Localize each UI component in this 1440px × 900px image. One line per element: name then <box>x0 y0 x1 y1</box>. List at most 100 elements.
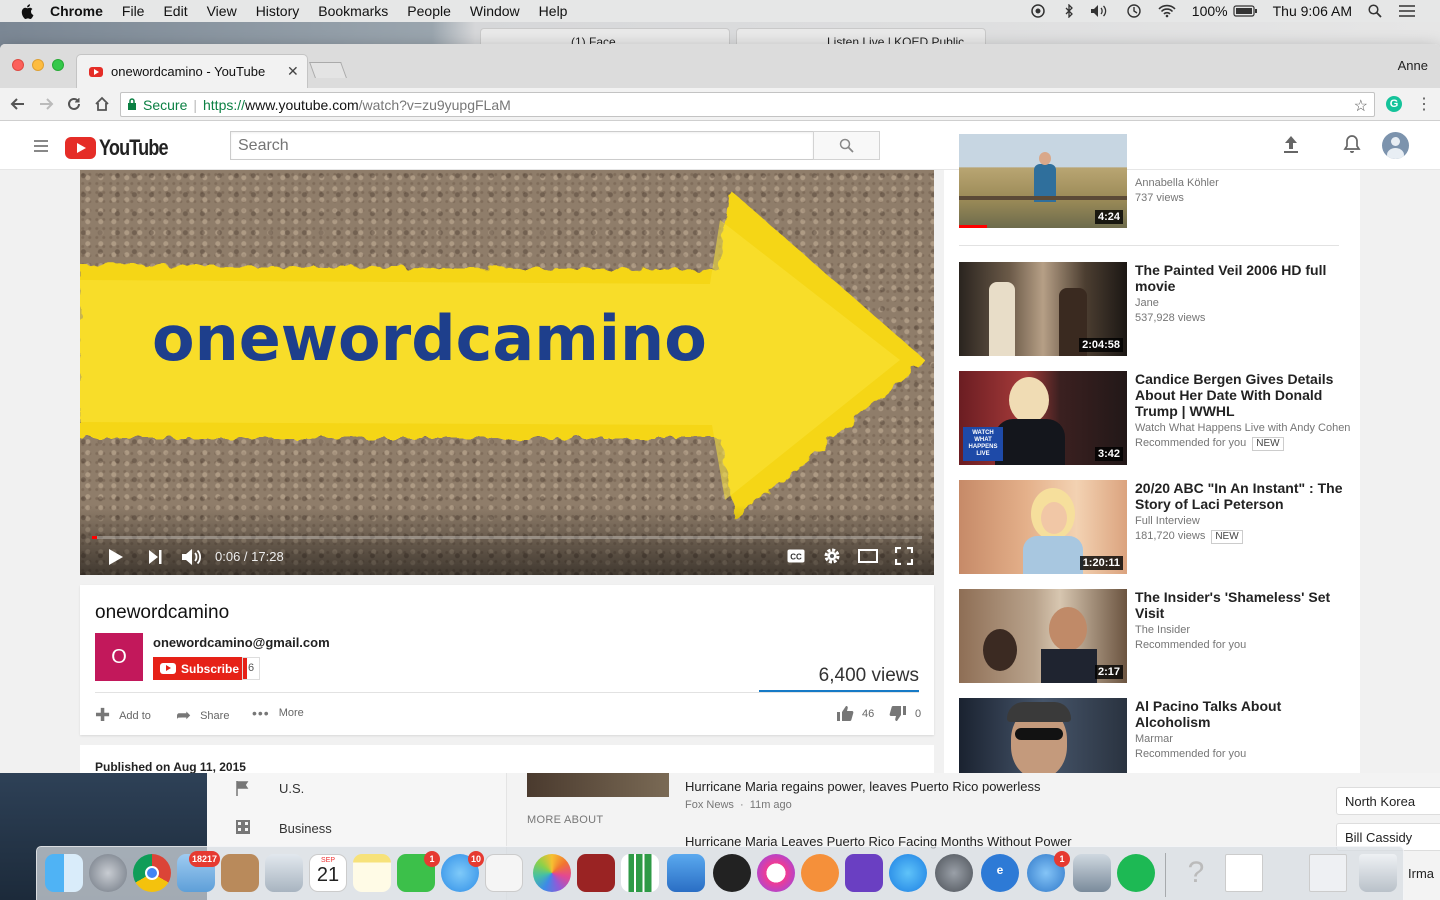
subscribe-button[interactable]: Subscribe <box>153 657 248 680</box>
address-bar[interactable]: Secure | https:// www.youtube.com /watch… <box>120 92 1375 117</box>
facetime-icon[interactable]: 1 <box>397 851 440 892</box>
video-thumbnail[interactable] <box>959 698 1127 773</box>
video-channel[interactable]: Jane <box>1135 296 1359 311</box>
numbers-icon[interactable] <box>621 854 659 892</box>
video-thumbnail[interactable]: 2:04:58 <box>959 262 1127 356</box>
video-thumbnail[interactable]: 1:20:11 <box>959 480 1127 574</box>
preview-icon[interactable] <box>265 854 303 892</box>
related-video-item[interactable]: 1:20:11 20/20 ABC "In An Instant" : The … <box>959 480 1359 574</box>
video-channel[interactable]: Marmar <box>1135 732 1359 747</box>
search-input[interactable] <box>230 131 814 160</box>
itunes-icon[interactable] <box>757 854 795 892</box>
system-preferences-icon[interactable] <box>935 854 973 892</box>
fullscreen-icon[interactable] <box>895 547 913 565</box>
profile-button[interactable]: Anne <box>1398 58 1428 73</box>
photo-booth-icon[interactable] <box>577 854 615 892</box>
video-thumbnail[interactable]: 2:17 <box>959 589 1127 683</box>
bluetooth-icon[interactable] <box>1064 4 1074 18</box>
tab-youtube[interactable]: onewordcamino - YouTube ✕ <box>76 54 308 88</box>
video-thumbnail[interactable]: 4:24 <box>959 134 1127 228</box>
calendar-icon[interactable]: SEP 21 <box>309 854 347 892</box>
topic-chip[interactable]: North Korea <box>1336 787 1440 815</box>
video-channel[interactable]: Watch What Happens Live with Andy Cohen <box>1135 421 1359 436</box>
apple-icon[interactable] <box>20 3 36 19</box>
video-title-link[interactable]: Candice Bergen Gives Details About Her D… <box>1135 371 1359 419</box>
progress-bar[interactable] <box>92 536 922 539</box>
bookmark-star-icon[interactable]: ☆ <box>1354 96 1368 116</box>
messages-icon[interactable]: 10 <box>441 851 484 892</box>
wifi-icon[interactable] <box>1158 4 1176 18</box>
textedit-icon[interactable] <box>485 854 523 892</box>
notes-icon[interactable] <box>353 854 391 892</box>
spotify-app-icon[interactable] <box>713 854 751 892</box>
related-video-item[interactable]: 2:17 The Insider's 'Shameless' Set Visit… <box>959 589 1359 683</box>
chrome-menu-icon[interactable]: ⋮ <box>1416 94 1432 114</box>
related-video-item[interactable]: 2:04:58 The Painted Veil 2006 HD full mo… <box>959 262 1359 356</box>
related-video-item[interactable]: Al Pacino Talks About Alcoholism Marmar … <box>959 698 1359 773</box>
reload-button[interactable] <box>60 96 88 112</box>
related-video-item[interactable]: WATCH WHAT HAPPENS LIVE 3:42 Candice Ber… <box>959 371 1359 465</box>
photos-icon[interactable] <box>533 854 571 892</box>
grammarly-extension-icon[interactable]: G <box>1386 96 1402 112</box>
close-window-button[interactable] <box>12 59 24 71</box>
forward-button[interactable] <box>32 96 60 112</box>
help-question-icon[interactable]: ? <box>1177 854 1215 892</box>
document-icon[interactable] <box>1225 854 1263 892</box>
add-to-button[interactable]: ✚ Add to <box>95 705 151 726</box>
menu-edit[interactable]: Edit <box>163 3 187 19</box>
internet-explorer-icon[interactable]: e <box>981 854 1019 892</box>
clock[interactable]: Thu 9:06 AM <box>1273 3 1352 19</box>
contacts-icon[interactable] <box>221 854 259 892</box>
menu-app-name[interactable]: Chrome <box>50 3 103 19</box>
captions-icon[interactable]: CC <box>787 549 805 563</box>
settings-gear-icon[interactable] <box>823 547 841 565</box>
menu-window[interactable]: Window <box>470 3 520 19</box>
lock-icon[interactable] <box>127 97 137 113</box>
zoom-window-button[interactable] <box>52 59 64 71</box>
spotify-icon[interactable] <box>1117 854 1155 892</box>
channel-name-link[interactable]: onewordcamino@gmail.com <box>153 635 330 650</box>
next-video-icon[interactable] <box>148 549 162 565</box>
downloads-stack-icon[interactable] <box>1309 854 1347 892</box>
battery-icon[interactable] <box>1233 5 1257 17</box>
video-player[interactable]: onewordcamino 0:06 / 17:28 CC <box>80 170 934 575</box>
home-button[interactable] <box>88 96 116 112</box>
video-channel[interactable]: The Insider <box>1135 623 1359 638</box>
secure-label[interactable]: Secure <box>143 97 187 113</box>
related-video-item[interactable]: 4:24 Annabella Köhler 737 views <box>959 134 1359 228</box>
cloud-sync-icon[interactable] <box>1028 4 1048 18</box>
app-store-icon[interactable] <box>889 854 927 892</box>
volume-icon[interactable] <box>1090 4 1110 18</box>
close-tab-icon[interactable]: ✕ <box>287 63 307 80</box>
video-title-link[interactable]: The Insider's 'Shameless' Set Visit <box>1135 589 1359 621</box>
mail-icon[interactable]: 18217 <box>177 851 220 892</box>
menu-view[interactable]: View <box>207 3 237 19</box>
new-tab-button[interactable] <box>309 62 347 78</box>
menu-people[interactable]: People <box>407 3 451 19</box>
ibooks-icon[interactable] <box>801 854 839 892</box>
video-thumbnail[interactable]: WATCH WHAT HAPPENS LIVE 3:42 <box>959 371 1127 465</box>
menu-help[interactable]: Help <box>539 3 568 19</box>
channel-avatar[interactable]: O <box>95 633 143 681</box>
news-section-business[interactable]: Business <box>279 821 332 836</box>
share-button[interactable]: ➦ Share <box>176 705 229 726</box>
image-capture-icon[interactable] <box>1073 854 1111 892</box>
back-button[interactable] <box>4 96 32 112</box>
play-button-icon[interactable] <box>108 548 124 566</box>
video-channel[interactable]: Full Interview <box>1135 514 1359 529</box>
video-channel[interactable]: Annabella Köhler <box>1135 176 1359 191</box>
menu-history[interactable]: History <box>256 3 300 19</box>
news-thumbnail[interactable] <box>527 773 669 797</box>
news-headline[interactable]: Hurricane Maria regains power, leaves Pu… <box>685 779 1041 794</box>
finder-icon[interactable] <box>45 854 83 892</box>
minimize-window-button[interactable] <box>32 59 44 71</box>
menu-file[interactable]: File <box>122 3 145 19</box>
network-globe-icon[interactable]: 1 <box>1027 851 1070 892</box>
time-machine-icon[interactable] <box>1126 3 1142 19</box>
theater-mode-icon[interactable] <box>858 549 878 563</box>
chrome-icon[interactable] <box>133 854 171 892</box>
notification-center-icon[interactable] <box>1398 4 1416 18</box>
like-button[interactable]: 46 <box>836 705 874 722</box>
spotlight-search-icon[interactable] <box>1368 4 1382 18</box>
news-section-us[interactable]: U.S. <box>279 781 304 796</box>
